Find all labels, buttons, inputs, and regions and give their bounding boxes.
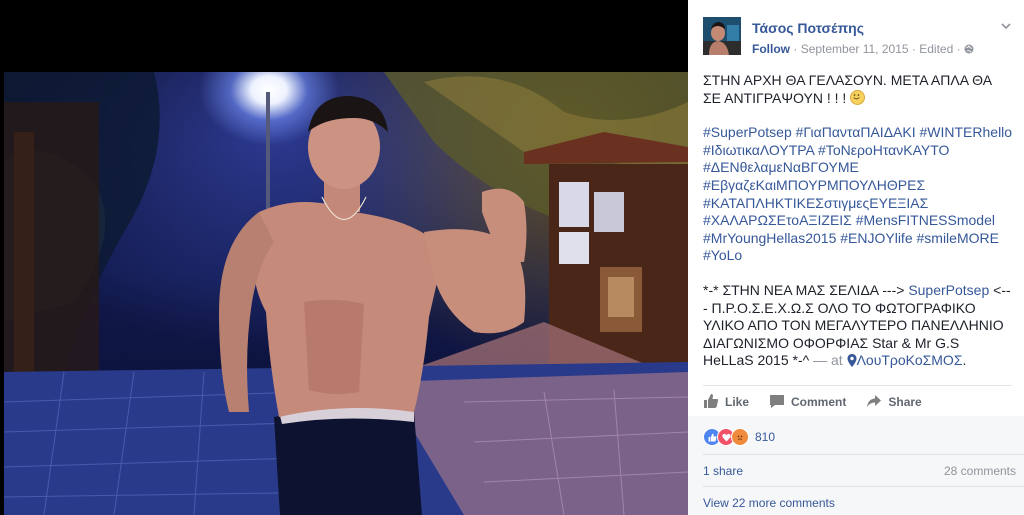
hashtag[interactable]: #ΤοΝεροΗτανΚΑΥΤΟ	[818, 142, 949, 158]
hashtag[interactable]: #ΕβγαζεΚαιΜΠΟΥΡΜΠΟΥΛΗΘΡΕΣ	[703, 177, 925, 193]
post-meta: Follow · September 11, 2015 · Edited ·	[752, 42, 974, 56]
divider	[703, 486, 1024, 487]
action-bar: Like Comment Share	[703, 393, 922, 411]
smile-emoji-icon	[850, 89, 866, 105]
author-name[interactable]: Τάσος Ποτσέπης	[752, 20, 864, 36]
hashtag[interactable]: #YoLo	[703, 247, 742, 263]
hashtag[interactable]: #smileMORE	[917, 230, 999, 246]
promo-text: *-* ΣΤΗΝ ΝΕΑ ΜΑΣ ΣΕΛΙΔΑ --->	[703, 281, 905, 298]
post-text: ΣΤΗΝ ΑΡΧΗ ΘΑ ΓΕΛΑΣΟΥΝ. ΜΕΤΑ ΑΠΛΑ ΘΑ ΣΕ Α…	[703, 72, 1013, 387]
globe-icon[interactable]	[964, 43, 974, 54]
post-panel: Τάσος Ποτσέπης Follow · September 11, 20…	[688, 0, 1024, 515]
divider	[703, 385, 1012, 386]
at-label: — at	[813, 352, 843, 369]
divider	[703, 454, 1024, 455]
view-more-comments-link[interactable]: View 22 more comments	[703, 496, 835, 510]
hashtag[interactable]: #ΙδιωτικαΛΟΥΤΡΑ	[703, 142, 814, 158]
comment-button[interactable]: Comment	[769, 393, 846, 411]
edited-label[interactable]: Edited	[919, 42, 953, 56]
feedback-section: 810 1 share 28 comments View 22 more com…	[688, 416, 1024, 515]
follow-link[interactable]: Follow	[752, 42, 790, 56]
like-button[interactable]: Like	[703, 393, 749, 411]
share-button[interactable]: Share	[866, 393, 922, 412]
hashtag[interactable]: #ΚΑΤΑΠΛΗΚΤΙΚΕΣστιγμεςΕΥΕΞΙΑΣ	[703, 195, 928, 211]
photo-scene	[4, 72, 688, 515]
promo-paragraph: *-* ΣΤΗΝ ΝΕΑ ΜΑΣ ΣΕΛΙΔΑ ---> SuperPotsep…	[703, 282, 1013, 370]
thumbs-up-icon	[703, 393, 719, 412]
caption-text: ΣΤΗΝ ΑΡΧΗ ΘΑ ΓΕΛΑΣΟΥΝ. ΜΕΤΑ ΑΠΛΑ ΘΑ ΣΕ Α…	[703, 72, 992, 106]
hashtag[interactable]: #ΓιαΠανταΠΑΙΔΑΚΙ	[796, 124, 916, 140]
comment-label: Comment	[791, 395, 847, 409]
reactions-summary[interactable]: 810	[703, 428, 775, 446]
location-period: .	[962, 352, 967, 369]
reaction-count[interactable]: 810	[755, 430, 775, 444]
hashtag[interactable]: #MrYoungHellas2015	[703, 230, 836, 246]
post-photo[interactable]	[4, 72, 688, 515]
hashtag[interactable]: #ENJOYlife	[840, 230, 912, 246]
post-caption: ΣΤΗΝ ΑΡΧΗ ΘΑ ΓΕΛΑΣΟΥΝ. ΜΕΤΑ ΑΠΛΑ ΘΑ ΣΕ Α…	[703, 72, 1013, 107]
avatar-image	[703, 17, 741, 55]
share-label: Share	[888, 395, 922, 409]
share-arrow-icon	[866, 393, 882, 412]
like-label: Like	[725, 395, 750, 409]
meta-separator: ·	[793, 42, 798, 56]
share-count[interactable]: 1 share	[703, 464, 743, 478]
speech-bubble-icon	[769, 393, 785, 412]
hashtag[interactable]: #WINTERhello	[920, 124, 1013, 140]
hashtag[interactable]: #ΔΕΝθελαμεΝαΒΓΟΥΜΕ	[703, 159, 859, 175]
meta-separator: ·	[956, 42, 961, 56]
location-link[interactable]: ΛουΤροΚοΣΜΟΣ	[857, 352, 963, 368]
photo-viewer	[0, 0, 688, 515]
avatar[interactable]	[703, 17, 741, 55]
page-link[interactable]: SuperPotsep	[908, 282, 989, 298]
hashtag[interactable]: #MensFITNESSmodel	[856, 212, 995, 228]
hashtag[interactable]: #ΧΑΛΑΡΩΣΕτοΑΞΙΖΕΙΣ	[703, 212, 852, 228]
chevron-down-icon[interactable]	[1000, 20, 1012, 32]
hashtag[interactable]: #SuperPotsep	[703, 124, 792, 140]
hashtag-block: #SuperPotsep #ΓιαΠανταΠΑΙΔΑΚΙ #WINTERhel…	[703, 124, 1013, 265]
meta-separator: ·	[911, 42, 916, 56]
angry-reaction-icon	[731, 428, 749, 446]
map-pin-icon	[847, 354, 857, 368]
comment-count[interactable]: 28 comments	[944, 464, 1016, 478]
post-date[interactable]: September 11, 2015	[801, 42, 909, 56]
